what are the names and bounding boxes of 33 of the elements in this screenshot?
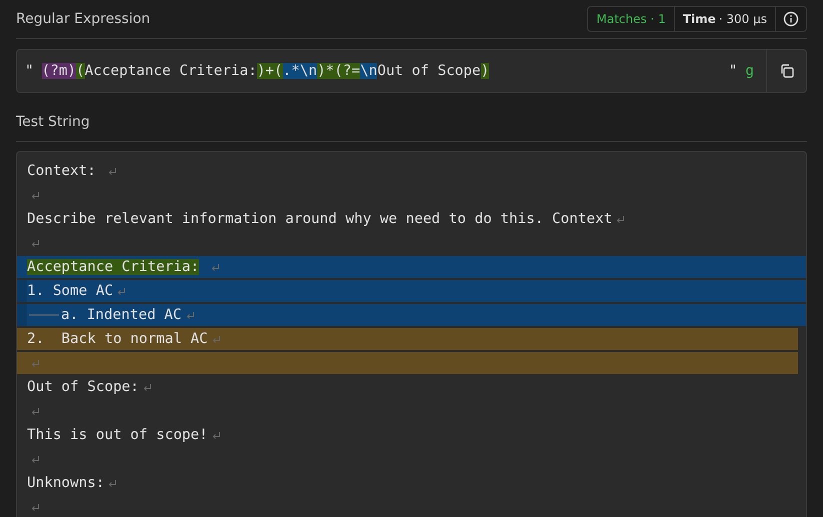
- line-break-icon: [616, 214, 626, 224]
- line-break-icon: [211, 262, 220, 272]
- time-stat: Time · 300 µs: [674, 7, 776, 31]
- section-title: Regular Expression: [16, 11, 150, 27]
- line-break-icon: [212, 334, 221, 344]
- section-title: Test String: [16, 114, 90, 130]
- code-line: 1. Some AC: [27, 283, 114, 299]
- code-line: 2. Back to normal AC: [27, 331, 208, 347]
- line-break-icon: [117, 286, 126, 296]
- code-line: This is out of scope!: [27, 427, 208, 443]
- line-break-icon: [31, 238, 40, 248]
- line-break-icon: [142, 382, 152, 392]
- line-break-icon: [31, 358, 40, 368]
- line-break-icon: [31, 190, 40, 200]
- regex-input-field[interactable]: " (?m)(Acceptance Criteria:)+(.*\n)*(?=\nOut of Scope) " g: [16, 49, 807, 93]
- regex-flags[interactable]: g: [745, 63, 754, 79]
- test-string-editor[interactable]: Context: Describe relevant information around why we need to do this. Context Acceptance Criteria: 1. Some AC a. Indented AC 2. Back to normal AC Out of Scope: This is out of scope! Unknowns:: [16, 151, 807, 517]
- line-break-icon: [186, 310, 195, 320]
- code-line: Unknowns:: [27, 475, 104, 491]
- line-break-icon: [108, 166, 118, 176]
- code-line: a. Indented AC: [61, 307, 182, 323]
- line-break-icon: [31, 502, 40, 512]
- code-line: Describe relevant information around why we need to do this. Context: [27, 211, 612, 227]
- line-break-icon: [31, 454, 40, 464]
- line-break-icon: [108, 478, 118, 488]
- regex-expression: (?m)(Acceptance Criteria:)+(.*\n)*(?=\nOut of Scope): [42, 63, 490, 79]
- matches-count: Matches · 1: [588, 7, 675, 31]
- code-line: Context:: [27, 163, 97, 179]
- open-delimiter: ": [25, 63, 34, 79]
- line-break-icon: [31, 406, 40, 416]
- code-line: Out of Scope:: [27, 379, 139, 395]
- line-break-icon: [212, 430, 221, 440]
- close-delimiter: ": [728, 63, 738, 79]
